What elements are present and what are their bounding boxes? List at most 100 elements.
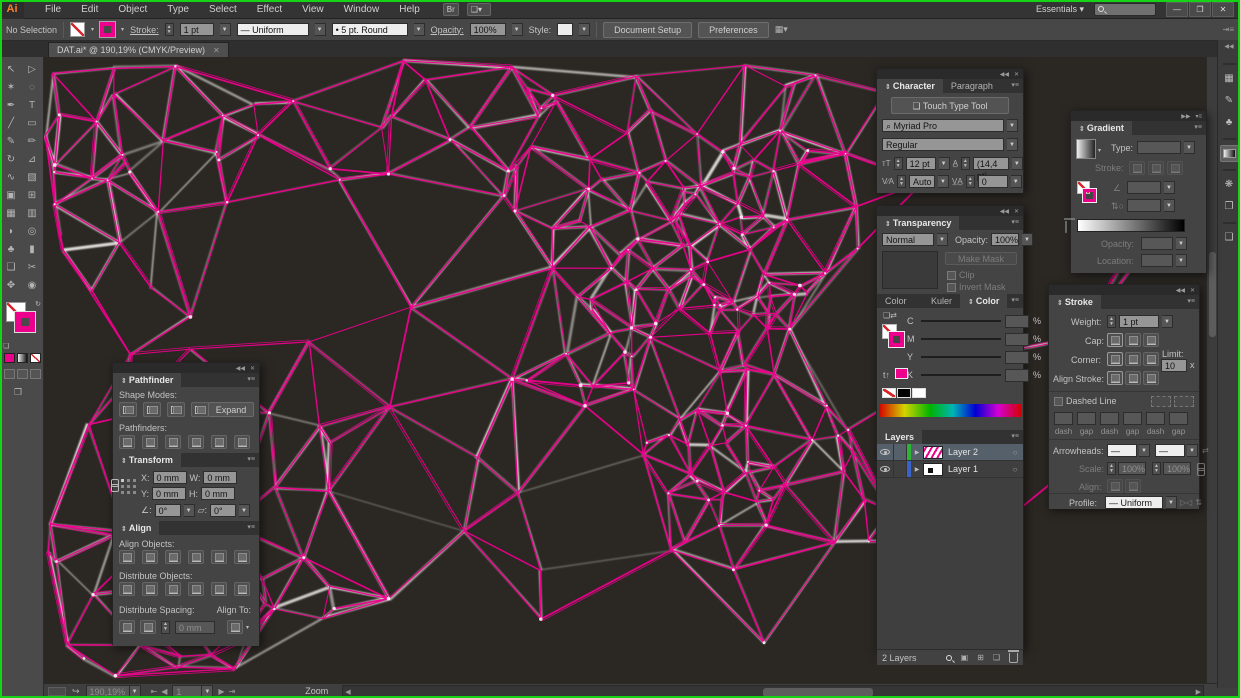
profile-field[interactable]: — Uniform bbox=[1105, 496, 1163, 509]
draw-inside-button[interactable] bbox=[30, 369, 41, 379]
gradient-preview-swatch[interactable] bbox=[1076, 139, 1096, 159]
draw-behind-button[interactable] bbox=[17, 369, 28, 379]
arrow-align-tip-button[interactable] bbox=[1107, 479, 1123, 493]
gradient-location-dropdown[interactable]: ▼ bbox=[1176, 254, 1187, 267]
merge-button[interactable] bbox=[165, 435, 181, 449]
tab-transform[interactable]: ⇕Transform bbox=[113, 453, 181, 467]
color-stroke-swatch[interactable] bbox=[889, 332, 904, 347]
tracking-stepper[interactable]: ▲▼ bbox=[966, 175, 975, 188]
spacing-field[interactable]: 0 mm bbox=[175, 621, 215, 634]
tab-stroke[interactable]: ⇕Stroke bbox=[1049, 295, 1101, 309]
layer-name[interactable]: Layer 1 bbox=[948, 464, 1007, 474]
default-fill-stroke-icon[interactable]: ❏ bbox=[3, 342, 9, 350]
close-panel-icon[interactable]: ✕ bbox=[1014, 208, 1019, 215]
gradient-opacity-dropdown[interactable]: ▼ bbox=[1176, 237, 1187, 250]
tab-transparency[interactable]: ⇕Transparency bbox=[877, 216, 959, 230]
stroke-box-magenta[interactable] bbox=[15, 312, 35, 332]
zoom-tool[interactable]: ◉ bbox=[22, 277, 43, 295]
align-bottom-button[interactable] bbox=[234, 550, 250, 564]
tab-align[interactable]: ⇕Align bbox=[113, 521, 159, 535]
minimize-button[interactable]: — bbox=[1166, 2, 1188, 17]
distribute-hcenter-button[interactable] bbox=[211, 582, 227, 596]
brush-definition-field[interactable]: • 5 pt. Round bbox=[332, 23, 408, 36]
screen-mode-button[interactable]: ❐ bbox=[14, 387, 22, 398]
leading-dropdown[interactable]: ▼ bbox=[1012, 157, 1023, 170]
stroke-swatch[interactable] bbox=[100, 22, 115, 37]
layer-thumbnail[interactable] bbox=[923, 463, 943, 476]
panel-menu-icon[interactable]: ▾≡ bbox=[1195, 113, 1202, 120]
line-segment-tool[interactable]: ╱ bbox=[1, 115, 22, 133]
gradient-stroke-along-button[interactable] bbox=[1148, 161, 1164, 175]
hand-tool[interactable]: ✥ bbox=[1, 277, 22, 295]
close-panel-icon[interactable]: ✕ bbox=[1190, 287, 1195, 294]
arrowhead-end-field[interactable]: — bbox=[1155, 444, 1185, 457]
swap-arrowheads-icon[interactable]: ⇄ bbox=[1202, 446, 1209, 455]
panel-menu-icon[interactable]: ▾≡ bbox=[243, 373, 259, 387]
gradient-aspect-dropdown[interactable]: ▼ bbox=[1164, 199, 1175, 212]
color-mode-button[interactable] bbox=[4, 353, 15, 363]
black-swatch[interactable] bbox=[897, 388, 911, 398]
menu-view[interactable]: View bbox=[293, 2, 333, 17]
document-close-icon[interactable]: ✕ bbox=[213, 46, 220, 55]
share-icon[interactable]: ↪ bbox=[72, 686, 80, 697]
restore-button[interactable]: ❐ bbox=[1189, 2, 1211, 17]
white-swatch[interactable] bbox=[912, 388, 926, 398]
kerning-stepper[interactable]: ▲▼ bbox=[897, 175, 906, 188]
crop-button[interactable] bbox=[188, 435, 204, 449]
panel-menu-icon[interactable]: ▾≡ bbox=[1183, 295, 1199, 309]
scroll-right-icon[interactable]: ▶ bbox=[1196, 688, 1201, 697]
minus-front-button[interactable] bbox=[143, 402, 161, 417]
tab-layers[interactable]: Layers bbox=[877, 430, 922, 444]
brushes-icon[interactable]: ✎ bbox=[1220, 92, 1239, 109]
dash-field[interactable] bbox=[1100, 412, 1119, 425]
horizontal-scrollbar-thumb[interactable] bbox=[763, 688, 873, 697]
panel-menu-icon[interactable]: ▾≡ bbox=[1190, 121, 1206, 135]
visibility-toggle[interactable] bbox=[877, 444, 894, 460]
miter-join-button[interactable] bbox=[1107, 352, 1123, 366]
pen-tool[interactable]: ✒ bbox=[1, 97, 22, 115]
type-tool[interactable]: T bbox=[22, 97, 43, 115]
align-outside-button[interactable] bbox=[1143, 371, 1159, 385]
flip-along-icon[interactable]: ▷◁ bbox=[1180, 498, 1192, 507]
distribute-bottom-button[interactable] bbox=[165, 582, 181, 596]
workspace-switcher[interactable]: Essentials ▾ bbox=[1036, 4, 1084, 15]
current-color-swatch[interactable] bbox=[895, 368, 908, 379]
horizontal-scrollbar[interactable]: ◀ ▶ bbox=[342, 685, 1204, 698]
channel-m-field[interactable] bbox=[1005, 333, 1029, 346]
tracking-field[interactable]: 0 bbox=[978, 175, 1008, 188]
disclosure-triangle[interactable]: ▶ bbox=[911, 449, 923, 456]
gradient-stroke-across-button[interactable] bbox=[1167, 161, 1183, 175]
last-artboard-icon[interactable]: ⇥ bbox=[229, 687, 236, 696]
align-left-button[interactable] bbox=[119, 550, 135, 564]
dashed-line-checkbox[interactable] bbox=[1054, 397, 1063, 406]
intersect-button[interactable] bbox=[167, 402, 185, 417]
arrange-documents-icon[interactable]: ❑▾ bbox=[467, 3, 491, 16]
arrowhead-start-field[interactable]: — bbox=[1107, 444, 1137, 457]
collapse-panel-icon[interactable]: ◀◀ bbox=[1000, 71, 1009, 78]
align-top-button[interactable] bbox=[188, 550, 204, 564]
column-graph-tool[interactable]: ▮ bbox=[22, 241, 43, 259]
exclude-button[interactable] bbox=[191, 402, 209, 417]
reference-point-grid[interactable] bbox=[121, 479, 124, 482]
font-style-dropdown[interactable]: ▼ bbox=[1007, 138, 1018, 151]
channel-y-slider[interactable] bbox=[921, 356, 1001, 358]
lasso-tool[interactable]: ◌ bbox=[22, 79, 43, 97]
previous-artboard-icon[interactable]: ◀ bbox=[161, 687, 167, 696]
channel-y-field[interactable] bbox=[1005, 351, 1029, 364]
dock-control-icon[interactable]: ⇥≡ bbox=[1223, 25, 1234, 34]
align-hcenter-button[interactable] bbox=[142, 550, 158, 564]
target-circle-icon[interactable]: ○ bbox=[1007, 448, 1023, 457]
swap-fill-stroke-icon[interactable]: ↻ bbox=[35, 300, 41, 308]
tab-kuler[interactable]: Kuler bbox=[923, 294, 960, 308]
weight-stepper[interactable]: ▲▼ bbox=[1107, 315, 1116, 328]
gradient-angle-field[interactable] bbox=[1127, 181, 1161, 194]
scale-tool[interactable]: ⊿ bbox=[22, 151, 43, 169]
align-center-button[interactable] bbox=[1107, 371, 1123, 385]
variable-width-dropdown[interactable]: ▼ bbox=[315, 23, 326, 36]
slice-tool[interactable]: ✂ bbox=[22, 259, 43, 277]
menu-edit[interactable]: Edit bbox=[72, 2, 107, 17]
app-logo[interactable]: Ai bbox=[0, 0, 24, 19]
lock-toggle[interactable] bbox=[894, 461, 907, 477]
search-input[interactable] bbox=[1094, 3, 1156, 16]
projecting-cap-button[interactable] bbox=[1143, 333, 1159, 347]
